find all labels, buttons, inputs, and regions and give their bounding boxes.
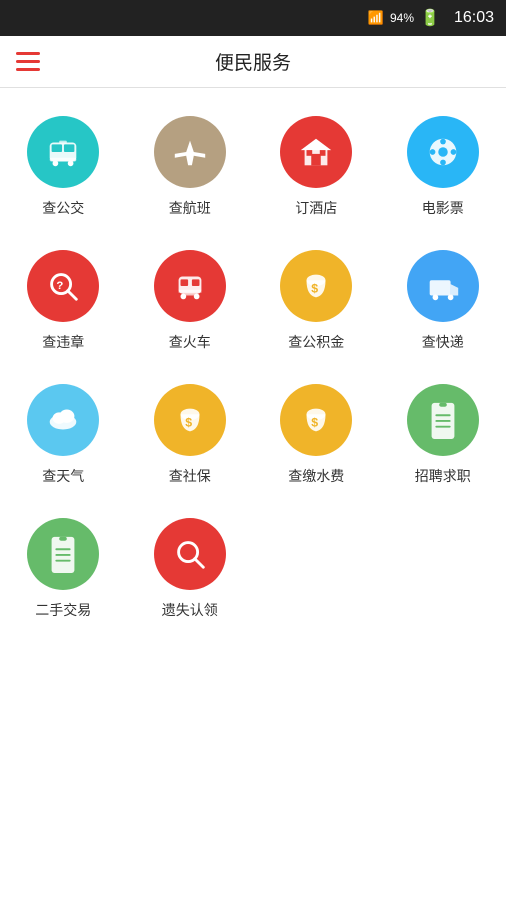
status-bar: 📶 94% 🔋 16:03 [0, 0, 506, 36]
weather-label: 查天气 [42, 466, 84, 486]
grid-item-water[interactable]: $ 查缴水费 [253, 366, 380, 500]
grid-item-weather[interactable]: 查天气 [0, 366, 127, 500]
express-label: 查快递 [422, 332, 464, 352]
water-label: 查缴水费 [288, 466, 344, 486]
toolbar: 便民服务 [0, 36, 506, 88]
job-icon [407, 384, 479, 456]
train-label: 查火车 [169, 332, 211, 352]
social-icon: $ [154, 384, 226, 456]
battery-level: 94% [390, 11, 414, 25]
bus-label: 查公交 [42, 198, 84, 218]
water-icon: $ [280, 384, 352, 456]
svg-text:$: $ [312, 416, 319, 430]
violation-label: 查违章 [42, 332, 84, 352]
clock: 16:03 [454, 9, 494, 27]
social-label: 查社保 [169, 466, 211, 486]
grid-item-express[interactable]: 查快递 [380, 232, 506, 366]
movie-icon [407, 116, 479, 188]
grid-item-violation[interactable]: ? 查违章 [0, 232, 127, 366]
grid-item-flight[interactable]: 查航班 [127, 98, 254, 232]
svg-text:$: $ [185, 416, 192, 430]
train-icon [154, 250, 226, 322]
movie-label: 电影票 [422, 198, 464, 218]
violation-icon: ? [27, 250, 99, 322]
fund-icon: $ [280, 250, 352, 322]
menu-button[interactable] [16, 52, 40, 71]
grid-item-secondhand[interactable]: 二手交易 [0, 500, 127, 634]
page-title: 便民服务 [215, 48, 291, 75]
grid-item-lost[interactable]: 遗失认领 [127, 500, 254, 634]
lost-label: 遗失认领 [162, 600, 218, 620]
secondhand-label: 二手交易 [35, 600, 91, 620]
grid-item-fund[interactable]: $ 查公积金 [253, 232, 380, 366]
grid-item-hotel[interactable]: 订酒店 [253, 98, 380, 232]
lost-icon [154, 518, 226, 590]
grid-item-job[interactable]: 招聘求职 [380, 366, 506, 500]
weather-icon [27, 384, 99, 456]
hotel-icon [280, 116, 352, 188]
grid-item-bus[interactable]: 查公交 [0, 98, 127, 232]
grid-item-train[interactable]: 查火车 [127, 232, 254, 366]
flight-icon [154, 116, 226, 188]
hotel-label: 订酒店 [295, 198, 337, 218]
flight-label: 查航班 [169, 198, 211, 218]
express-icon [407, 250, 479, 322]
battery-icon: 🔋 [420, 8, 440, 28]
wifi-icon: 📶 [368, 10, 384, 26]
service-grid: 查公交 查航班 订酒店 电影票? 查违章 查火车 $ 查公积金 查快递查天气 $ 查社保 $ 查缴水费 招… [0, 88, 506, 644]
secondhand-icon [27, 518, 99, 590]
bus-icon [27, 116, 99, 188]
fund-label: 查公积金 [288, 332, 344, 352]
svg-text:?: ? [57, 280, 64, 292]
svg-text:$: $ [312, 282, 319, 296]
grid-item-social[interactable]: $ 查社保 [127, 366, 254, 500]
grid-item-movie[interactable]: 电影票 [380, 98, 506, 232]
job-label: 招聘求职 [415, 466, 471, 486]
